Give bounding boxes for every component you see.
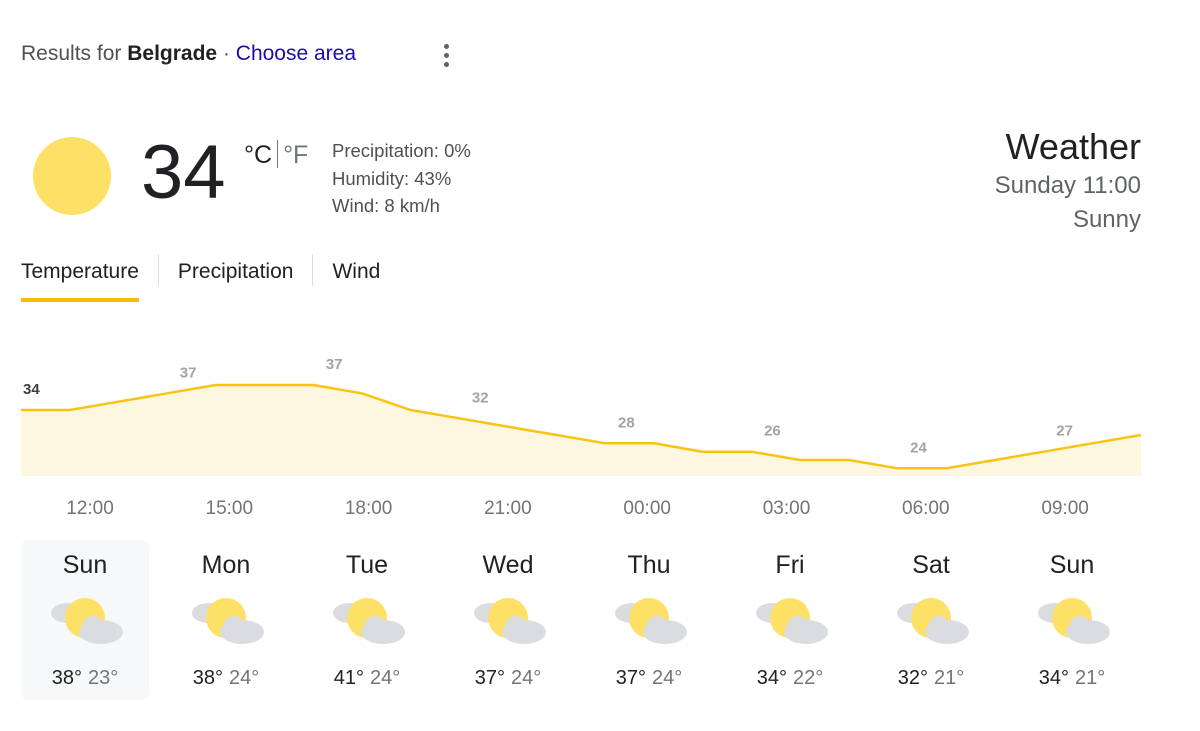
precipitation-text: Precipitation: 0% [332,140,471,161]
day-card-fri[interactable]: Fri 34° 22° [726,540,854,700]
temperature-label: 32 [472,389,489,406]
hour-tick-label: 12:00 [66,498,114,519]
partly-cloudy-icon [45,592,125,652]
weather-condition: Sunny [1072,206,1141,233]
high-temp: 38° [192,667,223,689]
hour-tick-label: 00:00 [623,498,671,519]
day-name: Sun [1049,551,1095,579]
partly-cloudy-icon [750,592,830,652]
day-card-sun[interactable]: Sun 38° 23° [21,540,149,700]
hour-tick-label: 21:00 [484,498,532,519]
temperature-label: 37 [180,364,197,381]
temperature-label: 24 [910,439,927,456]
weather-datetime: Sunday 11:00 [994,172,1141,199]
day-temps: 34° 22° [726,667,854,690]
low-temp: 23° [88,667,119,689]
sun-icon [33,137,111,215]
day-name: Sat [912,551,950,579]
temperature-label: 27 [1056,423,1073,440]
day-card-sat[interactable]: Sat 32° 21° [867,540,995,700]
temperature-label: 26 [764,423,781,440]
day-card-thu[interactable]: Thu 37° 24° [585,540,713,700]
day-name: Sun [62,551,108,579]
partly-cloudy-icon [891,592,971,652]
partly-cloudy-icon [327,592,407,652]
day-temps: 41° 24° [303,667,431,690]
temperature-chart[interactable]: 34 37 37 32 28 26 24 27 [0,340,1200,485]
day-name: Thu [627,551,671,579]
partly-cloudy-icon [468,592,548,652]
high-temp: 37° [615,667,646,689]
low-temp: 21° [1075,667,1106,689]
tab-temperature[interactable]: Temperature [21,254,139,302]
day-temps: 38° 23° [21,667,149,690]
tab-divider [157,254,159,286]
more-options-icon[interactable] [436,40,456,70]
temperature-label: 28 [618,414,635,431]
day-name: Wed [482,551,534,579]
day-name: Tue [345,551,389,579]
day-card-wed[interactable]: Wed 37° 24° [444,540,572,700]
high-temp: 38° [51,667,82,689]
low-temp: 24° [652,667,683,689]
choose-area-link[interactable]: Choose area [236,42,356,65]
high-temp: 32° [897,667,928,689]
day-name: Mon [201,551,251,579]
day-name: Fri [775,551,805,579]
partly-cloudy-icon [609,592,689,652]
daily-forecast: Sun 38° 23° Mon 38° 24° Tue 41° 24° Wed … [21,540,1141,704]
low-temp: 22° [793,667,824,689]
low-temp: 21° [934,667,965,689]
current-temperature: 34 [141,130,226,215]
celsius-toggle[interactable]: °C [244,141,272,169]
hour-tick-label: 09:00 [1041,498,1089,519]
hour-tick-label: 03:00 [762,498,811,519]
day-temps: 37° 24° [585,667,713,690]
chart-tabs: Temperature Precipitation Wind [21,254,380,306]
partly-cloudy-icon [1032,592,1112,652]
results-line: Results for Belgrade · Choose area [21,42,356,66]
separator-dot: · [222,42,230,65]
low-temp: 24° [229,667,260,689]
results-prefix: Results for [21,42,122,65]
temperature-label: 34 [23,381,40,398]
partly-cloudy-icon [186,592,266,652]
high-temp: 34° [1038,667,1069,689]
day-temps: 34° 21° [1008,667,1136,690]
temperature-label: 37 [326,356,343,373]
high-temp: 41° [333,667,364,689]
tab-wind[interactable]: Wind [332,254,380,304]
day-temps: 38° 24° [162,667,290,690]
hour-axis: 12:00 15:00 18:00 21:00 00:00 03:00 06:00 09:00 [21,498,1141,522]
tab-divider [312,254,314,286]
high-temp: 34° [756,667,787,689]
high-temp: 37° [474,667,505,689]
hour-tick-label: 18:00 [344,498,393,519]
tab-precipitation[interactable]: Precipitation [178,254,294,304]
day-card-tue[interactable]: Tue 41° 24° [303,540,431,700]
day-temps: 37° 24° [444,667,572,690]
unit-divider [277,140,279,168]
day-card-sun[interactable]: Sun 34° 21° [1008,540,1136,700]
day-card-mon[interactable]: Mon 38° 24° [162,540,290,700]
low-temp: 24° [511,667,542,689]
hour-tick-label: 06:00 [902,498,950,519]
weather-details: Precipitation: 0% Humidity: 43% Wind: 8 … [332,137,471,220]
low-temp: 24° [370,667,401,689]
weather-title: Weather [1005,126,1141,167]
wind-text: Wind: 8 km/h [332,195,440,216]
unit-toggle: °C °F [244,140,308,170]
day-temps: 32° 21° [867,667,995,690]
fahrenheit-toggle[interactable]: °F [283,141,308,169]
location-name: Belgrade [127,42,218,65]
humidity-text: Humidity: 43% [332,167,452,189]
hour-tick-label: 15:00 [205,498,254,519]
temperature-area [21,385,1141,476]
